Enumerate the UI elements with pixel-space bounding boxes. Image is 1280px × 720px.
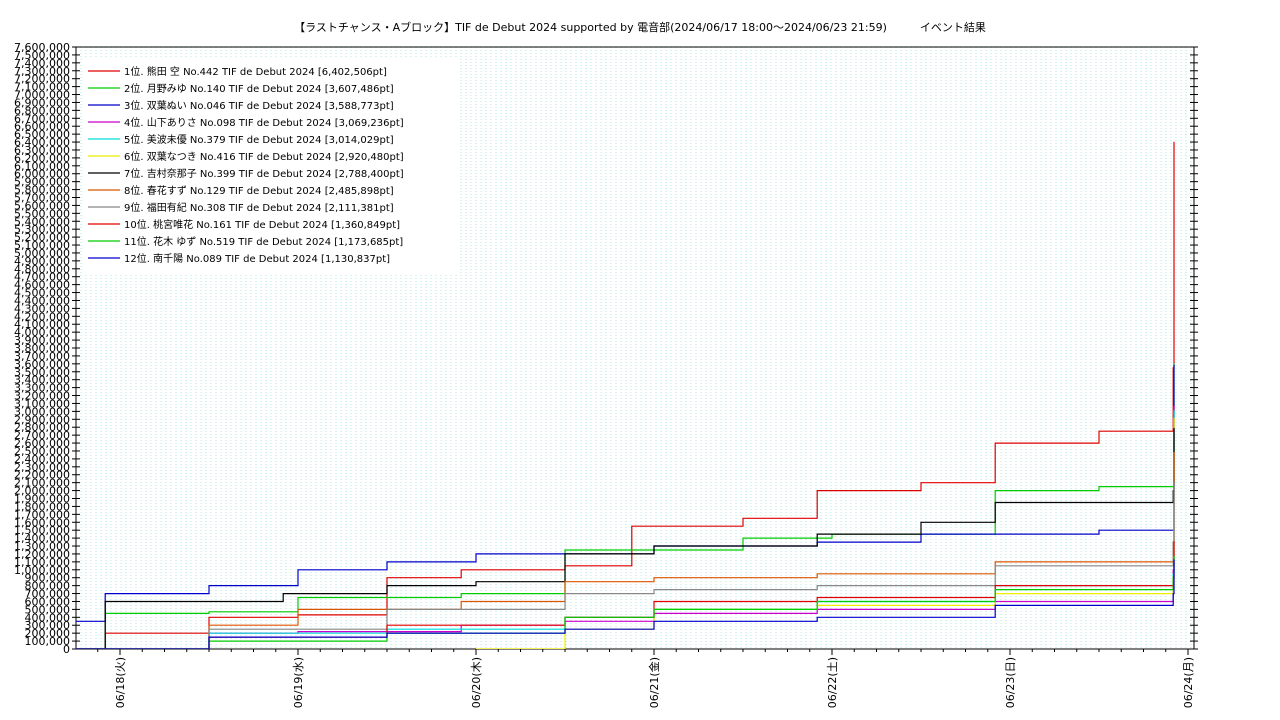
x-tick-label: 06/22(土)	[826, 657, 839, 708]
y-tick-label: 7,600,000	[14, 41, 70, 54]
x-tick-label: 06/20(木)	[470, 657, 483, 708]
series-line-4	[76, 405, 1175, 649]
legend-entry: 5位. 美波未優 No.379 TIF de Debut 2024 [3,014…	[124, 133, 394, 146]
line-chart: 0100,000200,000300,000400,000500,000600,…	[14, 41, 1198, 708]
series-line-11	[76, 556, 1175, 649]
series-line-7	[76, 428, 1175, 649]
x-tick-label: 06/21(金)	[647, 657, 661, 708]
legend-entry: 4位. 山下ありさ No.098 TIF de Debut 2024 [3,06…	[124, 116, 404, 129]
legend-entry: 1位. 熊田 空 No.442 TIF de Debut 2024 [6,402…	[124, 65, 387, 78]
x-tick-label: 06/23(日)	[1004, 657, 1017, 708]
x-tick-label: 06/18(火)	[114, 657, 127, 708]
legend: 1位. 熊田 空 No.442 TIF de Debut 2024 [6,402…	[84, 58, 460, 274]
series-line-12	[76, 559, 1175, 649]
legend-entry: 6位. 双葉なつき No.416 TIF de Debut 2024 [2,92…	[124, 150, 404, 163]
series-line-3	[76, 364, 1175, 622]
legend-entry: 2位. 月野みゆ No.140 TIF de Debut 2024 [3,607…	[124, 82, 394, 95]
legend-entry: 10位. 桃宮唯花 No.161 TIF de Debut 2024 [1,36…	[124, 218, 400, 231]
series-line-5	[76, 410, 1175, 649]
legend-entry: 9位. 福田有紀 No.308 TIF de Debut 2024 [2,111…	[124, 201, 394, 214]
legend-entry: 3位. 双葉ぬい No.046 TIF de Debut 2024 [3,588…	[124, 99, 394, 112]
legend-entry: 11位. 花木 ゆず No.519 TIF de Debut 2024 [1,1…	[124, 235, 403, 248]
x-tick-label: 06/24(月)	[1182, 657, 1195, 708]
x-tick-label: 06/19(水)	[292, 657, 305, 708]
legend-entry: 12位. 南千陽 No.089 TIF de Debut 2024 [1,130…	[124, 252, 390, 265]
legend-entry: 7位. 吉村奈那子 No.399 TIF de Debut 2024 [2,78…	[124, 167, 404, 180]
legend-entry: 8位. 春花すず No.129 TIF de Debut 2024 [2,485…	[124, 184, 394, 197]
series-line-2	[76, 363, 1175, 649]
